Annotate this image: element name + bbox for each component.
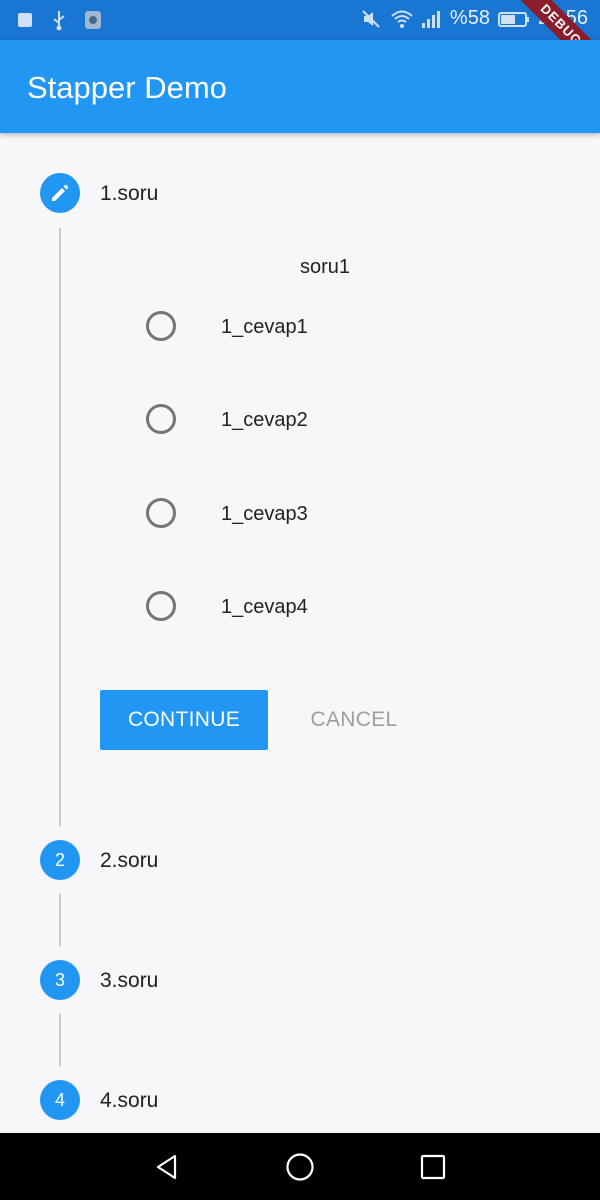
- wifi-icon: [390, 8, 413, 30]
- usb-icon: [48, 9, 70, 31]
- continue-button[interactable]: CONTINUE: [100, 690, 268, 750]
- radio-option-2-label[interactable]: 1_cevap2: [221, 409, 308, 432]
- navigation-bar: [0, 1133, 600, 1200]
- notification-icon: [14, 9, 36, 31]
- mute-icon: [360, 8, 382, 30]
- back-icon[interactable]: [150, 1150, 184, 1184]
- radio-option-4-label[interactable]: 1_cevap4: [221, 596, 308, 619]
- step-2-indicator[interactable]: 2: [40, 840, 80, 880]
- debug-app-icon: [82, 9, 104, 31]
- app-title: Stapper Demo: [27, 70, 227, 105]
- step-connector: [59, 228, 61, 826]
- cancel-button[interactable]: CANCEL: [290, 690, 418, 750]
- question-text: soru1: [300, 256, 351, 278]
- status-bar: %58 20:56: [0, 0, 600, 40]
- battery-icon: [497, 8, 530, 30]
- step-4-title[interactable]: 4.soru: [100, 1089, 158, 1113]
- app-bar: Stapper Demo: [0, 40, 600, 133]
- step-4-indicator[interactable]: 4: [40, 1080, 80, 1120]
- recents-icon[interactable]: [416, 1150, 450, 1184]
- radio-option-2[interactable]: [146, 404, 176, 434]
- step-connector: [59, 1014, 61, 1066]
- step-3-indicator[interactable]: 3: [40, 960, 80, 1000]
- radio-option-4[interactable]: [146, 591, 176, 621]
- step-1-title[interactable]: 1.soru: [100, 182, 158, 206]
- step-3-title[interactable]: 3.soru: [100, 969, 158, 993]
- signal-icon: [420, 8, 442, 30]
- step-1-indicator[interactable]: [40, 173, 80, 213]
- radio-option-1-label[interactable]: 1_cevap1: [221, 316, 308, 339]
- radio-option-1[interactable]: [146, 311, 176, 341]
- home-icon[interactable]: [283, 1150, 317, 1184]
- radio-option-3[interactable]: [146, 498, 176, 528]
- battery-percent: %58: [449, 7, 490, 29]
- step-2-title[interactable]: 2.soru: [100, 849, 158, 873]
- radio-option-3-label[interactable]: 1_cevap3: [221, 503, 308, 526]
- step-connector: [59, 894, 61, 946]
